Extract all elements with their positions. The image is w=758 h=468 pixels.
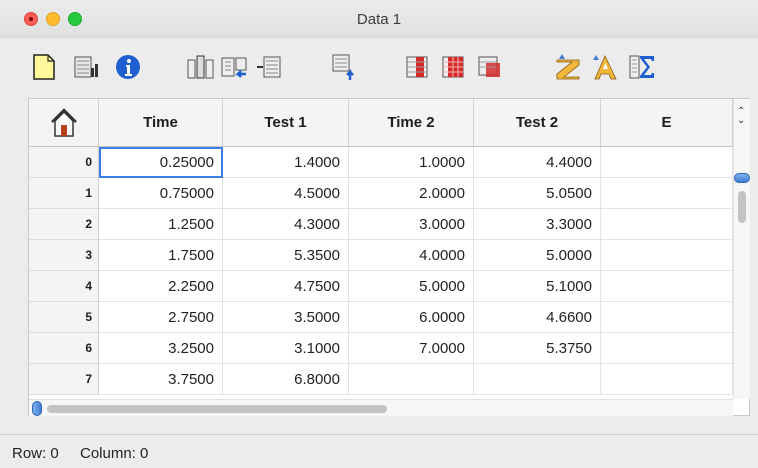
column-header[interactable]: E	[601, 99, 733, 147]
table-cell[interactable]: 5.3500	[223, 240, 349, 271]
table-cell[interactable]: 2.7500	[99, 302, 223, 333]
select-all-corner[interactable]	[29, 99, 99, 147]
column-header[interactable]: Time	[99, 99, 223, 147]
new-data-button[interactable]	[30, 52, 58, 82]
sort-ascending-icon	[556, 54, 580, 80]
table-cell[interactable]: 3.1000	[223, 333, 349, 364]
row-header[interactable]: 3	[29, 240, 99, 271]
row-header[interactable]: 2	[29, 209, 99, 240]
table-cell[interactable]	[474, 364, 601, 395]
fill-column-button[interactable]	[404, 52, 432, 82]
insert-column-icon	[187, 55, 214, 79]
table-cell[interactable]: 6.0000	[349, 302, 474, 333]
table-cell[interactable]	[601, 209, 733, 240]
table-cell[interactable]	[601, 333, 733, 364]
sigma-icon	[629, 55, 654, 79]
clear-cells-icon	[478, 56, 500, 77]
column-header[interactable]: Test 2	[474, 99, 601, 147]
table-cell[interactable]: 4.6600	[474, 302, 601, 333]
table-cell[interactable]: 5.1000	[474, 271, 601, 302]
table-cell[interactable]: 0.25000	[99, 147, 223, 178]
sort-descending-icon	[593, 55, 617, 80]
insert-row-icon	[221, 57, 247, 78]
row-header[interactable]: 6	[29, 333, 99, 364]
row-header[interactable]: 4	[29, 271, 99, 302]
table-cell[interactable]: 1.0000	[349, 147, 474, 178]
horizontal-scroll-thumb[interactable]	[47, 405, 387, 413]
table-cell[interactable]: 3.5000	[223, 302, 349, 333]
column-header[interactable]: Time 2	[349, 99, 474, 147]
table-cell[interactable]: 7.0000	[349, 333, 474, 364]
table-cell[interactable]: 4.7500	[223, 271, 349, 302]
horizontal-scrollbar[interactable]	[29, 399, 733, 416]
row-header[interactable]: 0	[29, 147, 99, 178]
fill-column-icon	[406, 56, 428, 78]
table-cell[interactable]: 4.0000	[349, 240, 474, 271]
row-split-handle[interactable]	[734, 173, 750, 183]
statistics-button[interactable]	[628, 52, 656, 82]
info-button[interactable]	[114, 52, 142, 82]
new-graph-button[interactable]	[72, 52, 100, 82]
status-column: Column: 0	[80, 445, 149, 462]
vertical-scrollbar[interactable]: ⌃ ⌄	[733, 99, 750, 399]
vertical-scroll-thumb[interactable]	[738, 191, 746, 223]
sort-descending-button[interactable]	[592, 52, 620, 82]
insert-row-button[interactable]	[220, 52, 248, 82]
toolbar	[0, 38, 758, 98]
delete-row-button[interactable]	[330, 52, 358, 82]
scroll-arrows-icon[interactable]: ⌃ ⌄	[737, 107, 745, 126]
table-cell[interactable]	[601, 240, 733, 271]
table-cell[interactable]: 6.8000	[223, 364, 349, 395]
row-header[interactable]: 7	[29, 364, 99, 395]
table-cell[interactable]: 1.2500	[99, 209, 223, 240]
sort-ascending-button[interactable]	[554, 52, 582, 82]
table-cell[interactable]	[601, 271, 733, 302]
table-cell[interactable]: 1.7500	[99, 240, 223, 271]
new-page-icon	[33, 54, 55, 80]
clear-cells-button[interactable]	[476, 52, 504, 82]
table-cell[interactable]: 4.5000	[223, 178, 349, 209]
table-cell[interactable]: 3.0000	[349, 209, 474, 240]
table-cell[interactable]: 2.2500	[99, 271, 223, 302]
table-cell[interactable]: 1.4000	[223, 147, 349, 178]
table-cell[interactable]	[601, 147, 733, 178]
fill-table-button[interactable]	[440, 52, 468, 82]
table-cell[interactable]: 3.2500	[99, 333, 223, 364]
status-bar: Row: 0 Column: 0	[0, 434, 758, 468]
insert-column-button[interactable]	[186, 52, 214, 82]
column-split-handle[interactable]	[32, 401, 42, 416]
graph-icon	[74, 56, 98, 78]
delete-column-icon	[257, 56, 281, 78]
row-header[interactable]: 1	[29, 178, 99, 209]
table-cell[interactable]: 3.3000	[474, 209, 601, 240]
table-cell[interactable]: 5.3750	[474, 333, 601, 364]
table-cell[interactable]: 5.0000	[474, 240, 601, 271]
row-header[interactable]: 5	[29, 302, 99, 333]
fill-table-icon	[442, 56, 464, 78]
table-cell[interactable]: 5.0500	[474, 178, 601, 209]
table-cell[interactable]: 4.3000	[223, 209, 349, 240]
delete-row-icon	[332, 54, 354, 80]
table-cell[interactable]: 0.75000	[99, 178, 223, 209]
status-row: Row: 0	[12, 445, 59, 462]
delete-column-button[interactable]	[256, 52, 284, 82]
table-cell[interactable]: 2.0000	[349, 178, 474, 209]
table-cell[interactable]: 3.7500	[99, 364, 223, 395]
title-bar: Data 1	[0, 0, 758, 38]
home-icon	[50, 107, 77, 137]
table-cell[interactable]	[601, 364, 733, 395]
data-table: Time Test 1 Time 2 Test 2 E 0 0.25000 1.40…	[28, 98, 750, 416]
info-icon	[116, 55, 140, 79]
table-cell[interactable]: 4.4000	[474, 147, 601, 178]
window-title: Data 1	[356, 11, 402, 28]
table-cell[interactable]	[601, 302, 733, 333]
table-cell[interactable]: 5.0000	[349, 271, 474, 302]
column-header[interactable]: Test 1	[223, 99, 349, 147]
table-cell[interactable]	[349, 364, 474, 395]
table-cell[interactable]	[601, 178, 733, 209]
